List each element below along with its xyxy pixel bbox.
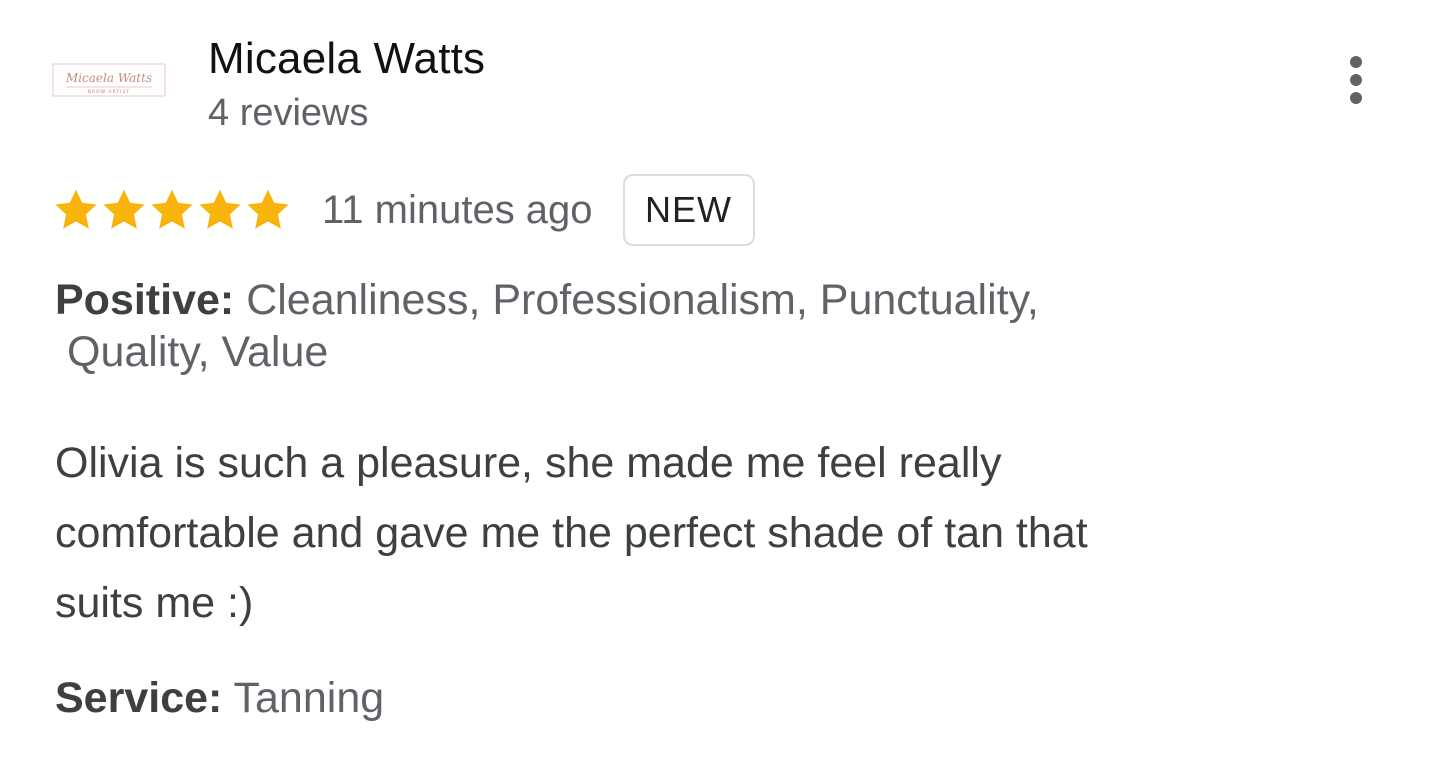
rating-row: 11 minutes ago NEW xyxy=(52,172,755,248)
star-icon xyxy=(247,189,289,229)
service-value: Tanning xyxy=(233,674,385,722)
review-card: Micaela Watts BROW ARTIST Micaela Watts … xyxy=(0,0,1438,772)
star-icon xyxy=(199,189,241,229)
positive-attributes: Positive: Cleanliness, Professionalism, … xyxy=(55,274,1255,378)
more-vert-icon-dot xyxy=(1350,74,1362,86)
positive-values-line2: Quality, Value xyxy=(67,328,329,376)
positive-label: Positive: xyxy=(55,276,235,324)
reviewer-avatar[interactable]: Micaela Watts BROW ARTIST xyxy=(52,60,166,100)
more-vert-icon-dot xyxy=(1350,92,1362,104)
review-text-line: Olivia is such a pleasure, she made me f… xyxy=(55,439,1002,487)
star-icon xyxy=(151,189,193,229)
review-text-line: comfortable and gave me the perfect shad… xyxy=(55,509,1088,557)
avatar-logo: Micaela Watts BROW ARTIST xyxy=(52,63,166,97)
reviewer-review-count: 4 reviews xyxy=(208,92,369,134)
star-rating xyxy=(52,186,292,234)
positive-values-line1: Cleanliness, Professionalism, Punctualit… xyxy=(246,276,1039,324)
star-icon xyxy=(103,189,145,229)
svg-text:BROW ARTIST: BROW ARTIST xyxy=(88,89,130,95)
review-text: Olivia is such a pleasure, she made me f… xyxy=(55,428,1275,638)
review-text-line: suits me :) xyxy=(55,579,254,627)
service-label: Service: xyxy=(55,674,223,722)
more-options-button[interactable] xyxy=(1330,50,1382,110)
review-timestamp: 11 minutes ago xyxy=(322,187,593,232)
service-info: Service: Tanning xyxy=(55,672,384,724)
reviewer-name[interactable]: Micaela Watts xyxy=(208,34,485,84)
more-vert-icon xyxy=(1350,56,1362,68)
star-icon xyxy=(55,189,97,229)
new-badge: NEW xyxy=(622,174,755,246)
svg-text:Micaela Watts: Micaela Watts xyxy=(65,71,152,85)
